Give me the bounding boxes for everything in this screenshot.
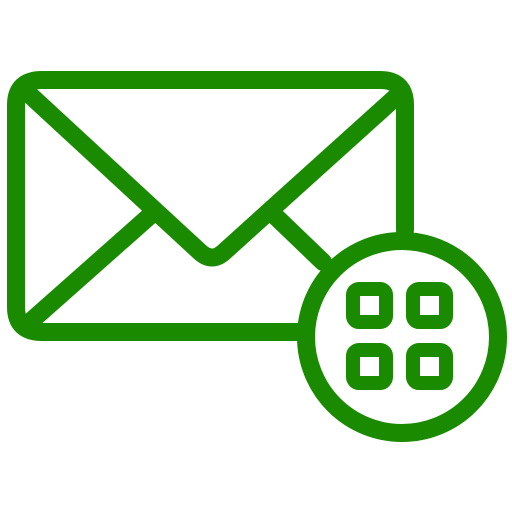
icon-canvas [0, 0, 512, 512]
apps-badge [297, 232, 507, 442]
envelope-flap [21, 86, 407, 267]
badge-circle [297, 232, 507, 442]
envelope-fold-left [21, 204, 162, 331]
envelope-fold-right [263, 204, 332, 271]
mail-apps-icon [7, 71, 507, 442]
